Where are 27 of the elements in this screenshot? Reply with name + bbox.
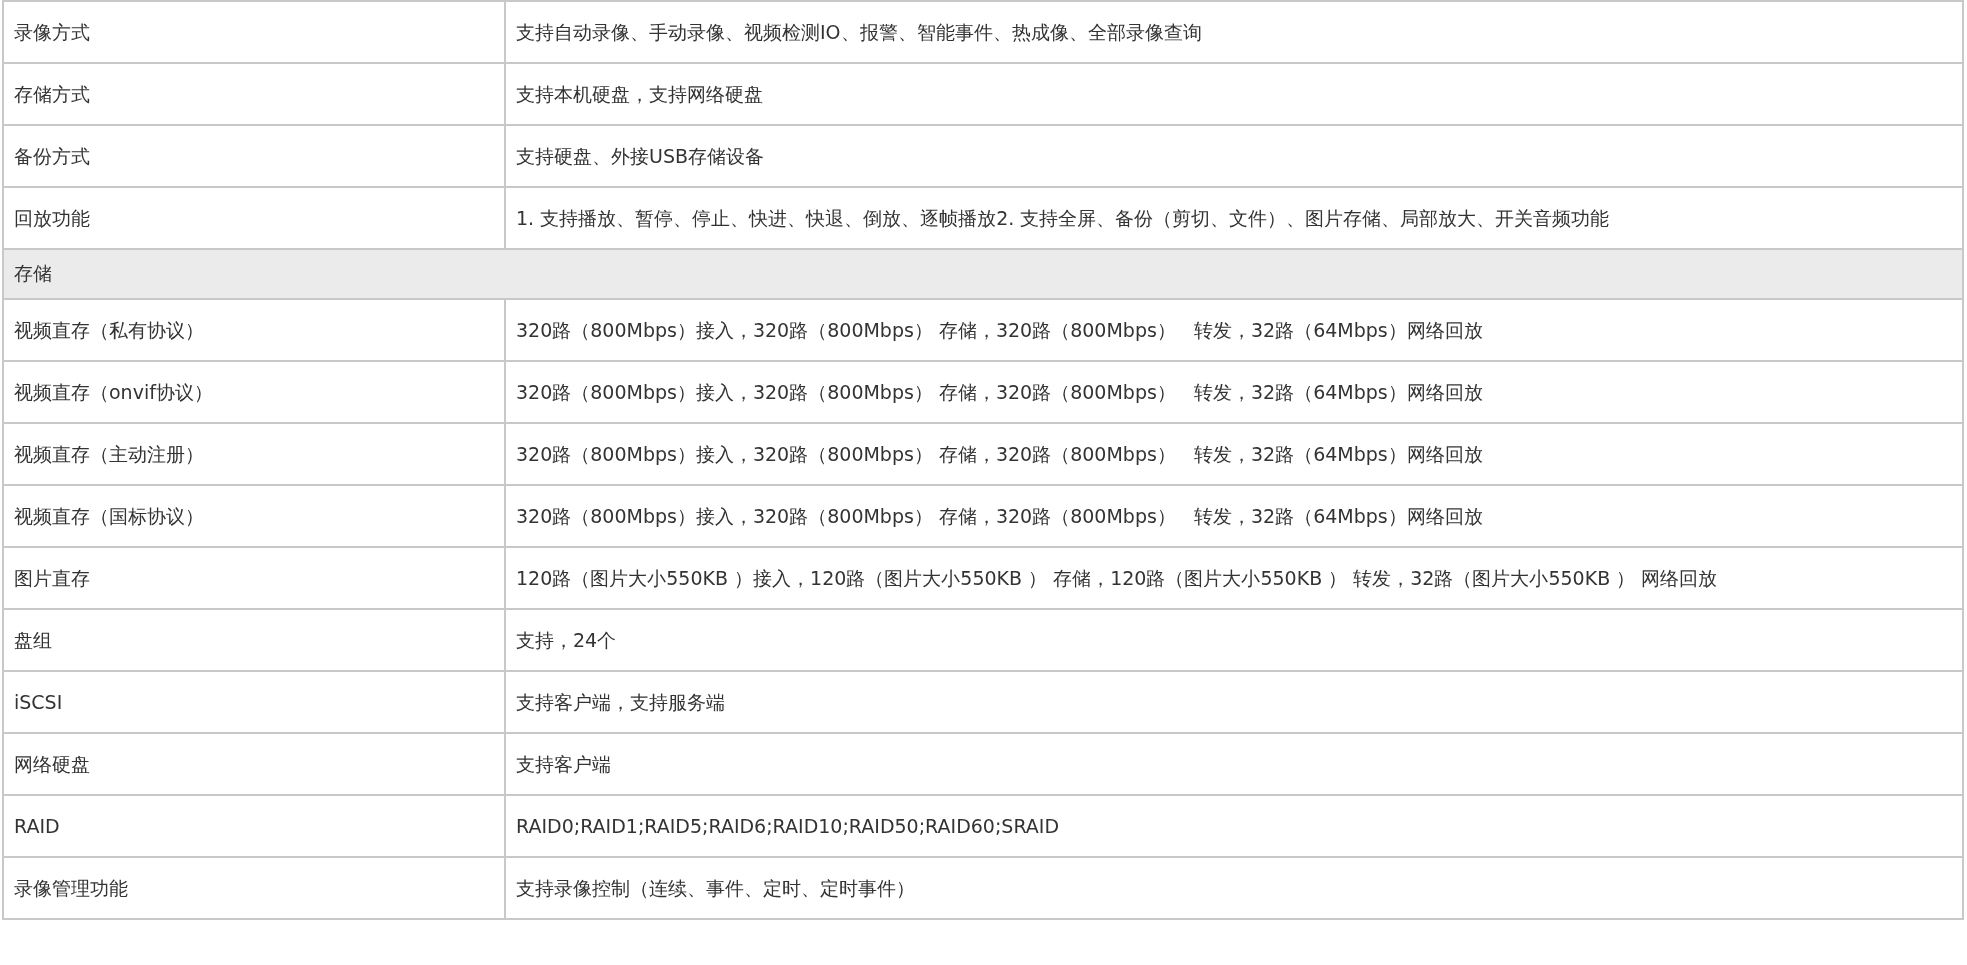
table-cell: iSCSI [4, 670, 504, 732]
table-cell: 支持客户端 [504, 732, 1962, 794]
table-cell: 视频直存（国标协议） [4, 484, 504, 546]
table-cell: 备份方式 [4, 124, 504, 186]
table-cell: 支持录像控制（连续、事件、定时、定时事件） [504, 856, 1962, 918]
table-cell: 320路（800Mbps）接入，320路（800Mbps） 存储，320路（800Mbps） 转发，32路（64Mbps）网络回放 [504, 298, 1962, 360]
table-cell: 支持，24个 [504, 608, 1962, 670]
table-cell: 120路（图片大小550KB ）接入，120路（图片大小550KB ） 存储，120路（图片大小550KB ） 转发，32路（图片大小550KB ） 网络回放 [504, 546, 1962, 608]
table-cell: 录像方式 [4, 0, 504, 62]
table-cell: 录像管理功能 [4, 856, 504, 918]
table-cell: 网络硬盘 [4, 732, 504, 794]
table-cell: 320路（800Mbps）接入，320路（800Mbps） 存储，320路（800Mbps） 转发，32路（64Mbps）网络回放 [504, 484, 1962, 546]
table-cell: 存储方式 [4, 62, 504, 124]
table-cell: 图片直存 [4, 546, 504, 608]
table-cell: 支持客户端，支持服务端 [504, 670, 1962, 732]
table-cell: 320路（800Mbps）接入，320路（800Mbps） 存储，320路（800Mbps） 转发，32路（64Mbps）网络回放 [504, 360, 1962, 422]
section-header: 存储 [4, 248, 1962, 298]
table-cell: RAID0;RAID1;RAID5;RAID6;RAID10;RAID50;RAID60;SRAID [504, 794, 1962, 856]
table-cell: 320路（800Mbps）接入，320路（800Mbps） 存储，320路（800Mbps） 转发，32路（64Mbps）网络回放 [504, 422, 1962, 484]
table-cell: 视频直存（onvif协议） [4, 360, 504, 422]
table-cell: 视频直存（私有协议） [4, 298, 504, 360]
table-cell: 盘组 [4, 608, 504, 670]
table-cell: RAID [4, 794, 504, 856]
table-cell: 支持硬盘、外接USB存储设备 [504, 124, 1962, 186]
table-cell: 支持本机硬盘，支持网络硬盘 [504, 62, 1962, 124]
table-cell: 视频直存（主动注册） [4, 422, 504, 484]
table-cell: 支持自动录像、手动录像、视频检测IO、报警、智能事件、热成像、全部录像查询 [504, 0, 1962, 62]
